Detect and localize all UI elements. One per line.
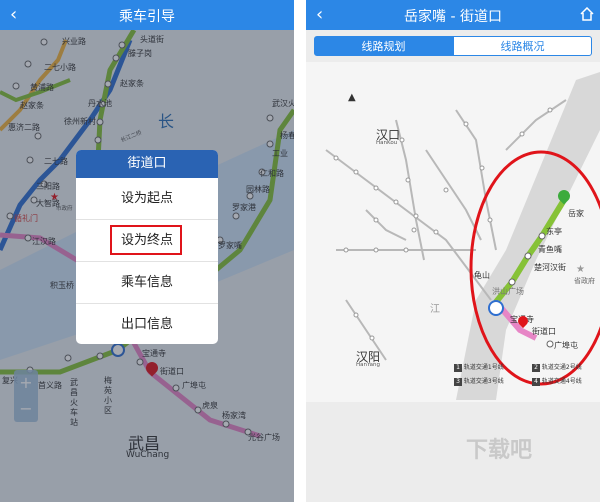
district-label-en: HanYang <box>356 362 380 368</box>
dialog-title: 街道口 <box>76 150 218 178</box>
legend-label: 轨道交通1号线 <box>463 364 504 371</box>
watermark-logo: 下载吧 <box>466 438 533 463</box>
legend-num: 2 <box>532 364 540 372</box>
legend-item: 2 轨道交通2号线 <box>532 362 582 372</box>
legend-label: 轨道交通2号线 <box>541 364 582 371</box>
legend-num: 4 <box>532 378 540 386</box>
legend-item: 3 轨道交通3号线 <box>454 376 504 386</box>
station-label: 青鱼嘴 <box>538 245 562 254</box>
ride-info-button[interactable]: 乘车信息 <box>76 262 218 304</box>
right-navbar: ‹ 岳家嘴 - 街道口 <box>306 0 600 30</box>
district-label-en: HanKou <box>376 140 398 146</box>
legend-item: 1 轨道交通1号线 <box>454 362 504 372</box>
station-label: 洪山广场 <box>492 287 524 296</box>
left-screen: ‹ 乘车引导 兴业路 头道街 滕子岗 二七小路 黄浦路 赵家条 赵家条 丹水池 … <box>0 0 294 502</box>
poi-label: 省政府 <box>574 277 595 285</box>
legend-num: 3 <box>454 378 462 386</box>
legend-label: 轨道交通4号线 <box>541 378 582 385</box>
route-tabs: 线路规划 线路概况 <box>314 36 592 56</box>
tab-route-planning[interactable]: 线路规划 <box>314 36 453 56</box>
exit-info-button[interactable]: 出口信息 <box>76 304 218 344</box>
station-label: 东亭 <box>546 227 562 236</box>
transfer-icon <box>488 300 504 316</box>
river-label: 江 <box>430 304 440 315</box>
legend-num: 1 <box>454 364 462 372</box>
map-star: ★ <box>576 264 585 275</box>
legend-label: 轨道交通3号线 <box>463 378 504 385</box>
page-title: 乘车引导 <box>119 9 175 25</box>
highlight-box <box>110 225 182 255</box>
route-title: 岳家嘴 - 街道口 <box>404 9 502 25</box>
station-action-dialog: 街道口 设为起点 设为终点 乘车信息 出口信息 <box>76 150 218 344</box>
line-legend: 1 轨道交通1号线 2 轨道交通2号线 3 轨道交通3号线 4 轨道交通4号线 <box>454 362 594 394</box>
station-label: 龟山 <box>474 271 490 280</box>
legend-item: 4 轨道交通4号线 <box>532 376 582 386</box>
home-icon[interactable] <box>580 6 594 25</box>
left-navbar: ‹ 乘车引导 <box>0 0 294 30</box>
station-label: 楚河汉街 <box>534 263 566 272</box>
set-start-button[interactable]: 设为起点 <box>76 178 218 220</box>
tab-route-overview[interactable]: 线路概况 <box>453 36 592 56</box>
station-label: 广埠屯 <box>554 341 578 350</box>
station-label-destination: 街道口 <box>532 327 556 336</box>
set-destination-button[interactable]: 设为终点 <box>76 220 218 262</box>
station-label-start: 岳家 <box>568 209 584 218</box>
compass-icon: ▲ <box>348 92 356 103</box>
right-screen: ★ ‹ 岳家嘴 - 街道口 线路规划 线路概况 ▲ 汉口 HanKou 汉阳 H… <box>306 0 600 502</box>
